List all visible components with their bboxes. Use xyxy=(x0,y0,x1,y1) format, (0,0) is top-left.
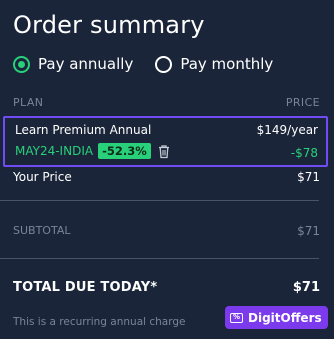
pay-annually-label: Pay annually xyxy=(38,55,134,73)
pay-monthly-option[interactable]: Pay monthly xyxy=(155,55,273,73)
total-due-label: TOTAL DUE TODAY* xyxy=(13,280,158,295)
your-price-label: Your Price xyxy=(13,170,72,184)
brand-name: DigitOffers xyxy=(248,310,322,325)
pay-monthly-label: Pay monthly xyxy=(180,55,274,73)
coupon-code: MAY24-INDIA xyxy=(15,144,94,158)
subtotal-value: $71 xyxy=(297,224,320,238)
discount-amount: -$78 xyxy=(290,146,318,160)
radio-selected-icon[interactable] xyxy=(13,55,30,73)
recurring-charge-note: This is a recurring annual charge xyxy=(13,316,186,328)
radio-unselected-icon[interactable] xyxy=(155,55,173,73)
plan-price: $149/year xyxy=(256,123,318,137)
divider xyxy=(0,258,319,259)
divider xyxy=(0,200,319,201)
total-due-value: $71 xyxy=(292,280,320,295)
plan-line-item: Learn Premium Annual $149/year MAY24-IND… xyxy=(3,116,328,167)
trash-icon[interactable] xyxy=(157,144,171,159)
plan-name: Learn Premium Annual xyxy=(15,123,152,137)
pay-annually-option[interactable]: Pay annually xyxy=(13,55,133,73)
discount-tag-icon: % xyxy=(230,312,243,323)
subtotal-label: SUBTOTAL xyxy=(13,224,71,237)
digitoffers-badge: % DigitOffers xyxy=(225,306,328,329)
price-column-header: PRICE xyxy=(285,96,320,109)
plan-column-header: PLAN xyxy=(13,96,44,109)
billing-toggle: Pay annually Pay monthly xyxy=(13,55,295,73)
radio-dot xyxy=(18,60,25,68)
discount-percent-badge: -52.3% xyxy=(98,143,151,159)
page-title: Order summary xyxy=(13,11,205,39)
coupon-row: MAY24-INDIA -52.3% xyxy=(15,143,171,159)
your-price-value: $71 xyxy=(297,170,320,184)
